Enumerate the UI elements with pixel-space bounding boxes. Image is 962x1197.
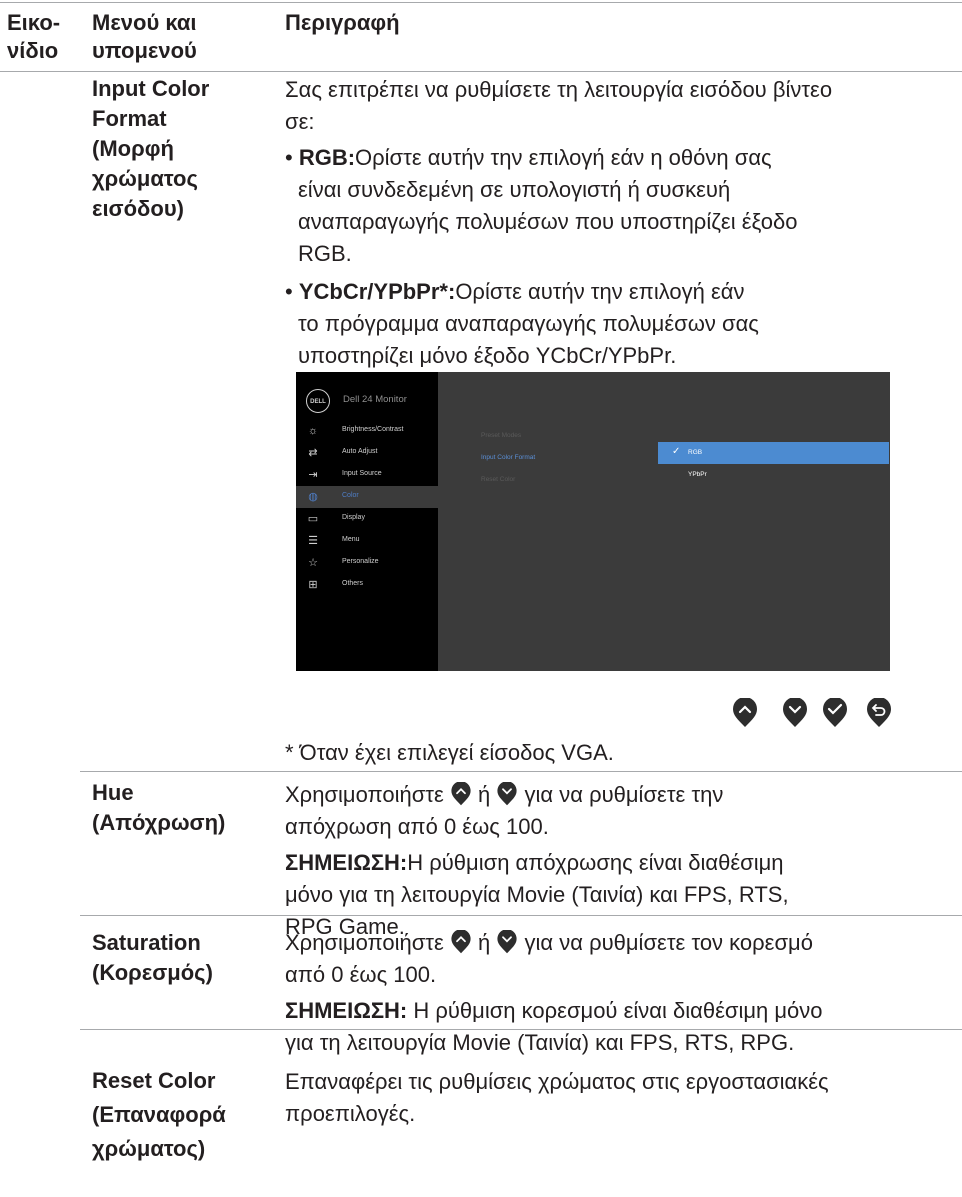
hue-note-line1: ΣΗΜΕΙΩΣΗ:Η ρύθμιση απόχρωσης είναι διαθέ… (285, 847, 784, 879)
hue-note-text: Η ρύθμιση απόχρωσης είναι διαθέσιμη (407, 850, 784, 875)
rgb-bullet: • RGB:Ορίστε αυτήν την επιλογή εάν η οθό… (285, 145, 772, 170)
brightness-icon: ☼ (307, 425, 319, 437)
hue-name-line: Hue (92, 780, 134, 805)
header-menu-col-line1: Μενού και (92, 10, 197, 35)
header-icon-col-line1: Εικο- (7, 10, 61, 35)
hue-line2: απόχρωση από 0 έως 100. (285, 814, 549, 839)
hue-line1: Χρησιμοποιήστε ή για να ρυθμίσετε την (285, 779, 723, 811)
osd-menu-input-source[interactable]: ⇥ Input Source (296, 464, 438, 486)
ycbcr-bullet: • YCbCr/YPbPr*:Ορίστε αυτήν την επιλογή … (285, 279, 745, 304)
osd-menu-auto-adjust[interactable]: ⇄ Auto Adjust (296, 442, 438, 464)
osd-screenshot: DELL Dell 24 Monitor ☼ Brightness/Contra… (296, 372, 890, 671)
saturation-note-term: ΣΗΜΕΙΩΣΗ: (285, 998, 408, 1023)
color-palette-icon: ◍ (308, 491, 318, 503)
osd-menu-label: Brightness/Contrast (342, 426, 404, 433)
name-line: (Μορφή (92, 136, 174, 161)
saturation-note-text: Η ρύθμιση κορεσμού είναι διαθέσιμη μόνο (407, 998, 823, 1023)
osd-menu-label: Input Source (342, 470, 382, 477)
osd-menu-label: Personalize (342, 558, 379, 565)
desc-line: σε: (285, 109, 315, 134)
reset-color-name-line: χρώματος) (92, 1136, 206, 1161)
saturation-name-line: Saturation (92, 930, 201, 955)
saturation-name-line: (Κορεσμός) (92, 960, 213, 985)
desc-line: Σας επιτρέπει να ρυθμίσετε τη λειτουργία… (285, 77, 833, 102)
ycbcr-line: υποστηρίζει μόνο έξοδο YCbCr/YPbPr. (298, 343, 677, 368)
header-icon-col-line2: νίδιο (7, 38, 59, 63)
saturation-line1: Χρησιμοποιήστε ή για να ρυθμίσετε τον κο… (285, 927, 813, 959)
saturation-note-line1: ΣΗΜΕΙΩΣΗ: Η ρύθμιση κορεσμού είναι διαθέ… (285, 995, 823, 1027)
reset-color-name-line: (Επαναφορά (92, 1102, 226, 1127)
ycbcr-line: το πρόγραμμα αναπαραγωγής πολυμέσων σας (298, 311, 759, 336)
rgb-text: Ορίστε αυτήν την επιλογή εάν η οθόνη σας (355, 145, 772, 170)
rgb-line: RGB. (298, 241, 352, 266)
vga-footnote: * Όταν έχει επιλεγεί είσοδος VGA. (285, 740, 614, 765)
osd-menu-label: Menu (342, 536, 360, 543)
ycbcr-text: Ορίστε αυτήν την επιλογή εάν (455, 279, 745, 304)
check-icon[interactable] (822, 698, 848, 728)
input-source-icon: ⇥ (308, 469, 318, 481)
top-rule (0, 2, 962, 3)
checkmark-icon: ✓ (672, 446, 681, 457)
row-rule-hue (80, 771, 962, 772)
osd-submenu-input-color-format[interactable]: Input Color Format (481, 454, 535, 461)
osd-option-ypbpr[interactable]: YPbPr (658, 464, 889, 486)
hue-text-mid: ή (478, 782, 491, 807)
osd-option-rgb[interactable]: ✓ RGB (658, 442, 889, 464)
osd-menu-personalize[interactable]: ☆ Personalize (296, 552, 438, 574)
name-line: εισόδου) (92, 196, 184, 221)
reset-color-name-line: Reset Color (92, 1068, 216, 1093)
hue-text-after: για να ρυθμίσετε την (524, 782, 724, 807)
down-icon (497, 782, 518, 806)
name-line: Input Color (92, 76, 210, 101)
name-line: χρώματος (92, 166, 198, 191)
name-line: Format (92, 106, 167, 131)
hue-note-line2: μόνο για τη λειτουργία Movie (Ταινία) κα… (285, 882, 789, 907)
ycbcr-term: YCbCr/YPbPr*: (298, 279, 456, 304)
dell-logo: DELL (306, 389, 330, 413)
osd-menu-label: Color (342, 492, 359, 499)
osd-title: Dell 24 Monitor (343, 394, 407, 405)
row-rule-saturation (80, 915, 962, 916)
saturation-note-line2: για τη λειτουργία Movie (Ταινία) και FPS… (285, 1030, 795, 1055)
up-icon (451, 782, 471, 806)
saturation-text-mid: ή (478, 930, 491, 955)
osd-menu-brightness[interactable]: ☼ Brightness/Contrast (296, 420, 438, 442)
rgb-term: RGB: (298, 145, 356, 170)
hue-text-before: Χρησιμοποιήστε (285, 782, 444, 807)
menu-icon: ☰ (308, 535, 318, 547)
back-icon[interactable] (866, 698, 892, 728)
up-icon[interactable] (732, 698, 758, 728)
up-icon (451, 930, 471, 954)
osd-option-label: YPbPr (688, 471, 707, 478)
header-rule (0, 71, 962, 72)
osd-menu-label: Display (342, 514, 365, 521)
header-menu-col-line2: υπομενού (92, 38, 197, 63)
star-icon: ☆ (308, 557, 318, 569)
auto-adjust-icon: ⇄ (308, 447, 318, 459)
rgb-line: είναι συνδεδεμένη σε υπολογιστή ή συσκευ… (298, 177, 731, 202)
down-icon[interactable] (782, 698, 808, 728)
osd-submenu-preset-modes[interactable]: Preset Modes (481, 432, 521, 439)
reset-color-desc-line1: Επαναφέρει τις ρυθμίσεις χρώματος στις ε… (285, 1069, 829, 1094)
osd-menu-display[interactable]: ▭ Display (296, 508, 438, 530)
reset-color-desc-line2: προεπιλογές. (285, 1101, 416, 1126)
saturation-text-after: για να ρυθμίσετε τον κορεσμό (524, 930, 813, 955)
osd-menu-others[interactable]: ⊞ Others (296, 574, 438, 596)
hue-name-line: (Απόχρωση) (92, 810, 226, 835)
osd-menu-menu[interactable]: ☰ Menu (296, 530, 438, 552)
osd-menu-label: Others (342, 580, 364, 587)
header-description-col: Περιγραφή (285, 10, 400, 35)
hue-note-term: ΣΗΜΕΙΩΣΗ: (285, 850, 408, 875)
display-icon: ▭ (307, 513, 319, 525)
rgb-line: αναπαραγωγής πολυμέσων που υποστηρίζει έ… (298, 209, 798, 234)
saturation-text-before: Χρησιμοποιήστε (285, 930, 444, 955)
others-icon: ⊞ (308, 579, 318, 591)
osd-submenu-reset-color[interactable]: Reset Color (481, 476, 515, 483)
osd-menu-label: Auto Adjust (342, 448, 378, 455)
down-icon (497, 930, 518, 954)
saturation-line2: από 0 έως 100. (285, 962, 437, 987)
osd-menu-color[interactable]: ◍ Color (296, 486, 438, 508)
osd-option-label: RGB (688, 449, 703, 456)
